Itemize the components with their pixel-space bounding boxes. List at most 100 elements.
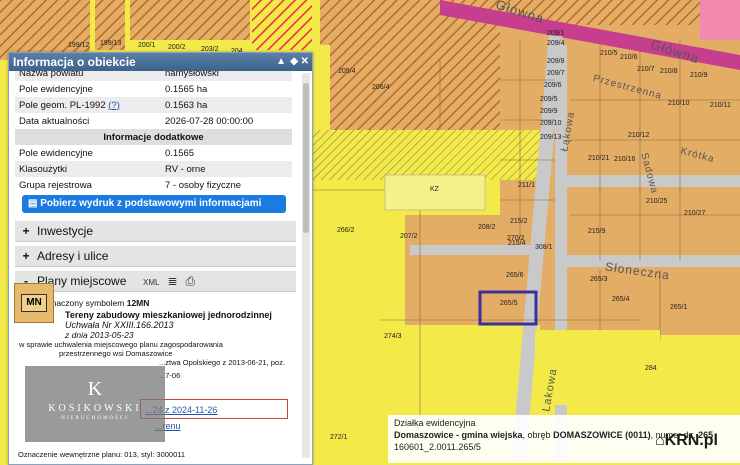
pin-icon[interactable]: ◆ <box>290 53 298 71</box>
parcel-label: 209/4 <box>547 40 565 47</box>
parcel-label: 199/13 <box>100 40 122 47</box>
plan-badge-mn: MN <box>14 283 54 323</box>
attr-value: 2026-07-28 00:00:00 <box>165 115 254 127</box>
parcel-label: 200/2 <box>168 44 186 51</box>
parcel-label: 209/1 <box>547 30 565 37</box>
help-link[interactable]: (?) <box>108 100 120 111</box>
parcel-label: 215/2 <box>510 218 528 225</box>
attr-key: Pole geom. PL-1992 (?) <box>15 97 161 113</box>
table-row: Nazwa powiatu namysłowski <box>15 71 292 81</box>
krn-watermark: ⌂KRN.pl <box>655 432 718 450</box>
parcel-label: 210/11 <box>710 102 731 109</box>
print-icon[interactable]: ⎙ <box>186 274 196 288</box>
attr-key: Pole ewidencyjne <box>19 83 93 95</box>
plan-symbol-line: Teren oznaczony symbolem 12MN <box>19 298 296 308</box>
parcel-label: 210/25 <box>646 198 668 205</box>
footer-precinct: DOMASZOWICE (0011) <box>553 430 651 440</box>
parcel-label: 209/13 <box>540 134 562 141</box>
plan-details: Tereny zabudowy mieszkaniowej jednorodzi… <box>65 310 296 340</box>
parcel-label: 265/6 <box>506 272 524 279</box>
attr-value: 7 - osoby fizyczne <box>165 179 242 191</box>
parcel-label: 210/9 <box>690 72 708 79</box>
parcel-label: 266/2 <box>337 227 355 234</box>
attr-value: RV - orne <box>165 163 206 175</box>
parcel-label: 200/1 <box>138 42 156 49</box>
panel-title: Informacja o obiekcie <box>13 55 136 69</box>
parcel-label: 272/1 <box>330 434 348 441</box>
table-row: Data aktualności 2026-07-28 00:00:00 <box>15 113 292 129</box>
house-icon: ⌂ <box>655 432 665 449</box>
plan-internal-id: Oznaczenie wewnętrzne planu: 013, styl: … <box>18 450 186 459</box>
feature-label-kz: KZ <box>430 186 439 193</box>
panel-header[interactable]: Informacja o obiekcie ▲ ◆ ✕ <box>9 53 312 71</box>
list-icon[interactable]: ≣ <box>167 274 177 288</box>
parcel-label: 265/3 <box>590 276 608 283</box>
attributes-table: Nazwa powiatu namysłowski Pole ewidencyjn… <box>15 71 292 193</box>
parcel-label: 209/6 <box>544 82 562 89</box>
parcel-label: 210/7 <box>637 66 655 73</box>
attr-key-text: Pole geom. PL-1992 <box>19 99 106 111</box>
logo-subtitle: NIERUCHOMOŚCI <box>61 416 129 421</box>
plan-tools: XML ≣ ⎙ <box>143 271 203 293</box>
scrollbar-thumb[interactable] <box>303 83 309 233</box>
attr-value: 0.1565 <box>165 147 195 159</box>
table-row: Pole ewidencyjne 0.1565 ha <box>15 81 292 97</box>
parcel-label: 209/9 <box>540 108 558 115</box>
parcel-label: 265/1 <box>670 304 688 311</box>
plan-symbol: 12MN <box>126 298 150 308</box>
table-row: Pole ewidencyjne 0.1565 <box>15 145 292 161</box>
attr-key: Pole ewidencyjne <box>19 147 93 159</box>
attr-value: 0.1563 ha <box>165 99 208 111</box>
plan-desc-line: w sprawie uchwalenia miejscowego planu z… <box>19 340 223 349</box>
plan-badge-label: MN <box>21 294 47 312</box>
parcel-label: 207/2 <box>400 233 418 240</box>
parcel-label: 209/5 <box>540 96 558 103</box>
expand-icon: + <box>22 224 30 238</box>
plan-desc-line: przestrzennego wsi Domaszowice <box>59 349 173 358</box>
parcel-label: 210/8 <box>660 68 678 75</box>
parcel-label: 210/10 <box>668 100 690 107</box>
parcel-label: 274/3 <box>384 333 402 340</box>
parcel-label: 209/7 <box>547 70 565 77</box>
parcel-label: 284 <box>645 365 657 372</box>
parcel-label: 210/27 <box>684 210 706 217</box>
download-printout-label: Pobierz wydruk z podstawowymi informacja… <box>40 198 262 209</box>
parcel-label: 210/21 <box>588 155 610 162</box>
section-title: Informacje dodatkowe <box>15 129 292 145</box>
watermark-text: KRN.pl <box>664 432 718 449</box>
table-row: Pole geom. PL-1992 (?) 0.1563 ha <box>15 97 292 113</box>
xml-icon[interactable]: XML <box>143 278 159 287</box>
parcel-label: 265/4 <box>612 296 630 303</box>
parcel-label: 308/1 <box>535 244 553 251</box>
parcel-label: 210/16 <box>614 156 636 163</box>
attr-value: 0.1565 ha <box>165 83 208 95</box>
logo-icon: K <box>87 378 103 400</box>
accordion-adresy[interactable]: + Adresy i ulice <box>15 246 296 267</box>
agency-logo: K KOSIKOWSKI NIERUCHOMOŚCI <box>25 366 165 442</box>
document-icon: ▤ <box>28 198 38 209</box>
footer-commune: Domaszowice - gmina wiejska <box>394 430 523 440</box>
parcel-label: 215/9 <box>588 228 606 235</box>
panel-scrollbar[interactable] <box>302 73 310 458</box>
accordion-plany[interactable]: - Plany miejscowe XML ≣ ⎙ <box>15 271 296 292</box>
expand-icon: + <box>22 249 30 263</box>
table-row: Klasoużytki RV - orne <box>15 161 292 177</box>
attr-key: Nazwa powiatu <box>19 71 84 79</box>
collapse-icon[interactable]: ▲ <box>276 53 286 71</box>
download-printout-button[interactable]: ▤ Pobierz wydruk z podstawowymi informac… <box>22 195 286 213</box>
attr-value: namysłowski <box>165 71 219 79</box>
accordion-inwestycje[interactable]: + Inwestycje <box>15 221 296 242</box>
table-row: Grupa rejestrowa 7 - osoby fizyczne <box>15 177 292 193</box>
attr-key: Grupa rejestrowa <box>19 179 92 191</box>
parcel-label: 205/4 <box>338 68 356 75</box>
attr-key: Data aktualności <box>19 115 90 127</box>
plan-title: Tereny zabudowy mieszkaniowej jednorodzi… <box>65 310 272 320</box>
parcel-label: 210/5 <box>600 50 618 57</box>
accordion-label: Adresy i ulice <box>37 249 109 263</box>
close-icon[interactable]: ✕ <box>301 53 309 71</box>
section-row: Informacje dodatkowe <box>15 129 292 145</box>
parcel-label: 209/10 <box>540 120 562 127</box>
parcel-label: 199/12 <box>68 42 90 49</box>
plan-date: z dnia 2013-05-23 <box>65 330 134 340</box>
accordion-label: Inwestycje <box>37 224 94 238</box>
